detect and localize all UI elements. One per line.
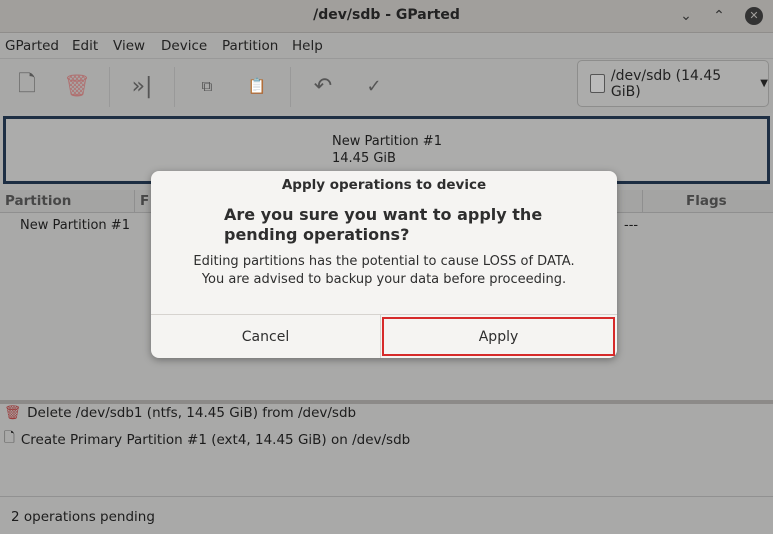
status-text: 2 operations pending	[11, 509, 155, 525]
dialog-warning: Editing partitions has the potential to …	[193, 254, 575, 269]
disk-icon	[590, 74, 605, 93]
device-label: /dev/sdb (14.45 GiB)	[610, 67, 722, 100]
partition-size: 14.45 GiB	[332, 151, 396, 166]
column-divider	[134, 190, 135, 213]
minimize-button[interactable]: ⌄	[676, 6, 696, 26]
chevron-down-icon: ▼	[760, 78, 768, 89]
menu-help[interactable]: Help	[292, 38, 323, 54]
operation-label: Delete /dev/sdb1 (ntfs, 14.45 GiB) from …	[27, 405, 357, 421]
column-partition[interactable]: Partition	[5, 193, 71, 209]
title-bar: /dev/sdb - GParted ⌄ ⌃ ✕	[0, 0, 773, 33]
dialog-title: Apply operations to device	[281, 177, 487, 193]
column-flags[interactable]: Flags	[686, 193, 727, 209]
table-row-flags: ---	[624, 218, 639, 233]
new-partition-icon: 🗋	[4, 430, 15, 446]
apply-confirm-dialog: Apply operations to device Are you sure …	[151, 171, 617, 358]
column-filesystem[interactable]: F	[140, 193, 149, 209]
resize-move-icon[interactable]: »|	[127, 71, 157, 101]
undo-icon[interactable]: ↶	[308, 71, 338, 101]
window-title: /dev/sdb - GParted	[313, 7, 460, 23]
separator	[290, 67, 291, 107]
dialog-heading: Are you sure you want to apply the pendi…	[224, 205, 543, 244]
dialog-message: Editing partitions has the potential to …	[151, 253, 617, 289]
separator	[109, 67, 110, 107]
operation-item[interactable]: 🗑 Delete /dev/sdb1 (ntfs, 14.45 GiB) fro…	[4, 405, 356, 421]
menu-bar: GParted Edit View Device Partition Help	[0, 34, 773, 59]
menu-partition[interactable]: Partition	[222, 38, 278, 54]
menu-gparted[interactable]: GParted	[5, 38, 59, 54]
delete-icon: 🗑	[4, 405, 22, 421]
column-divider	[642, 190, 643, 213]
menu-device[interactable]: Device	[161, 38, 207, 54]
separator	[174, 67, 175, 107]
paste-icon[interactable]: 📋	[242, 71, 272, 101]
close-button[interactable]: ✕	[745, 7, 763, 25]
menu-view[interactable]: View	[113, 38, 145, 54]
maximize-button[interactable]: ⌃	[709, 6, 729, 26]
operation-item[interactable]: 🗋 Create Primary Partition #1 (ext4, 14.…	[4, 428, 410, 451]
pane-divider[interactable]	[0, 400, 773, 404]
new-partition-icon[interactable]: 🗋	[12, 71, 42, 101]
status-bar: 2 operations pending	[0, 496, 773, 534]
apply-button[interactable]: Apply	[382, 317, 615, 356]
dialog-advice: You are advised to backup your data befo…	[201, 272, 567, 287]
operation-label: Create Primary Partition #1 (ext4, 14.45…	[20, 431, 411, 448]
device-selector[interactable]: /dev/sdb (14.45 GiB) ▼	[577, 60, 769, 107]
delete-icon[interactable]: 🗑	[62, 71, 92, 101]
apply-check-icon[interactable]: ✓	[359, 71, 389, 101]
partition-name: New Partition #1	[332, 134, 442, 149]
cancel-button[interactable]: Cancel	[151, 315, 381, 358]
menu-edit[interactable]: Edit	[72, 38, 98, 54]
table-row-partition[interactable]: New Partition #1	[20, 218, 130, 233]
copy-icon[interactable]: ⧉	[192, 71, 222, 101]
dialog-buttons: Cancel Apply	[151, 314, 617, 358]
